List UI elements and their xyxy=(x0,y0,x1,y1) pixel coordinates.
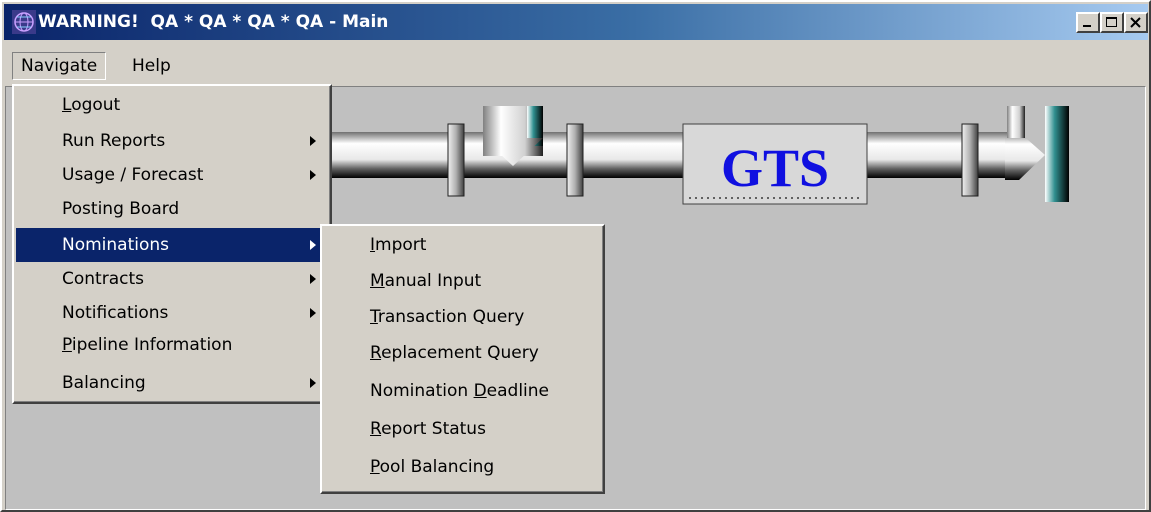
navigate-menu: Logout Run Reports Usage / Forecast Post… xyxy=(12,84,332,404)
menu-item-label: Posting Board xyxy=(62,199,180,219)
menu-item-usage-forecast[interactable]: Usage / Forecast xyxy=(16,158,328,192)
menu-item-label: Run Reports xyxy=(62,131,166,151)
menu-item-balancing[interactable]: Balancing xyxy=(16,366,328,400)
pipe-collar-1 xyxy=(447,123,465,197)
menu-navigate[interactable]: Navigate xyxy=(12,52,107,80)
menu-item-label: Contracts xyxy=(62,269,144,289)
minimize-button[interactable] xyxy=(1076,12,1100,33)
submenu-arrow-icon xyxy=(310,136,316,146)
maximize-button[interactable] xyxy=(1100,12,1124,33)
menu-item-notifications[interactable]: Notifications xyxy=(16,296,328,330)
menu-item-contracts[interactable]: Contracts xyxy=(16,262,328,296)
menu-item-logout[interactable]: Logout xyxy=(16,88,328,122)
title-bar[interactable]: WARNING! QA * QA * QA * QA - Main xyxy=(4,4,1148,40)
menu-navigate-label: Navigate xyxy=(21,56,98,76)
submenu-item-manual-input[interactable]: Manual Input xyxy=(324,264,601,298)
nominations-submenu: Import Manual Input Transaction Query Re… xyxy=(320,224,605,494)
menu-item-nominations[interactable]: Nominations xyxy=(16,228,328,262)
submenu-arrow-icon xyxy=(310,308,316,318)
pipe-collar-2 xyxy=(566,123,584,197)
submenu-item-pool-balancing[interactable]: Pool Balancing xyxy=(324,450,601,484)
minimize-icon xyxy=(1083,25,1091,27)
menu-item-label: Notifications xyxy=(62,303,169,323)
submenu-arrow-icon xyxy=(310,170,316,180)
submenu-item-nomination-deadline[interactable]: Nomination Deadline xyxy=(324,374,601,408)
pipe-outlet-arrow xyxy=(1005,132,1045,180)
submenu-arrow-icon xyxy=(310,274,316,284)
pipe-collar-3 xyxy=(961,123,979,197)
main-window: WARNING! QA * QA * QA * QA - Main Naviga… xyxy=(0,0,1151,512)
submenu-item-replacement-query[interactable]: Replacement Query xyxy=(324,336,601,370)
pipe-main xyxy=(329,132,1009,178)
gts-logo-text: GTS xyxy=(721,138,829,198)
submenu-item-report-status[interactable]: Report Status xyxy=(324,412,601,446)
menu-bar: Navigate Help xyxy=(4,50,1148,82)
pipe-end-cap xyxy=(1045,106,1069,202)
maximize-icon xyxy=(1106,17,1117,27)
close-button[interactable] xyxy=(1124,12,1148,33)
menu-item-posting-board[interactable]: Posting Board xyxy=(16,192,328,226)
submenu-item-import[interactable]: Import xyxy=(324,228,601,262)
menu-item-run-reports[interactable]: Run Reports xyxy=(16,124,328,158)
menu-item-label: Balancing xyxy=(62,373,146,393)
menu-item-label: Usage / Forecast xyxy=(62,165,204,185)
menu-item-pipeline-information[interactable]: Pipeline Information xyxy=(16,328,328,362)
close-icon xyxy=(1130,17,1141,28)
menu-help[interactable]: Help xyxy=(124,52,179,80)
window-title: WARNING! QA * QA * QA * QA - Main xyxy=(38,12,389,32)
menu-item-label: Nominations xyxy=(62,235,170,255)
submenu-item-transaction-query[interactable]: Transaction Query xyxy=(324,300,601,334)
submenu-arrow-icon xyxy=(310,240,316,250)
globe-app-icon xyxy=(12,10,36,34)
pipeline-banner: GTS xyxy=(329,88,1139,224)
submenu-arrow-icon xyxy=(310,378,316,388)
menu-help-label: Help xyxy=(132,56,171,76)
